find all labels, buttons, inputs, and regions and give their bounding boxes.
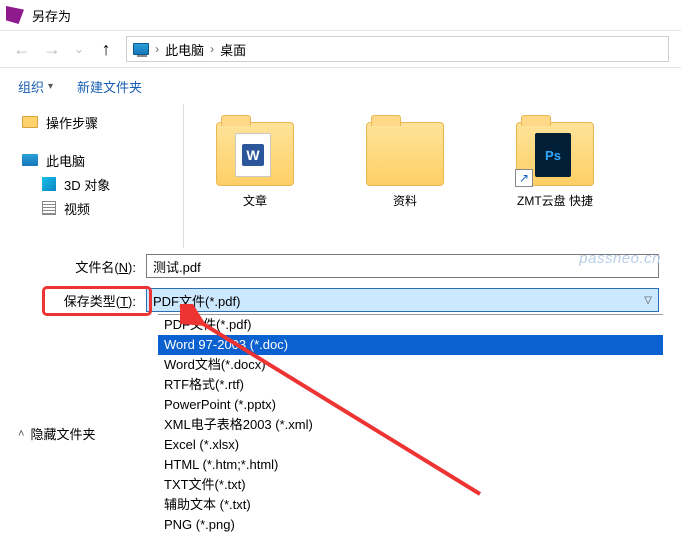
dropdown-option[interactable]: PNG (*.png) <box>158 515 663 535</box>
chevron-down-icon: ▽ <box>644 295 652 306</box>
tree-label: 视频 <box>64 199 90 218</box>
dropdown-option[interactable]: PowerPoint (*.pptx) <box>158 395 663 415</box>
tree-item-video[interactable]: 视频 <box>22 196 178 220</box>
dropdown-option[interactable]: RTF格式(*.rtf) <box>158 375 663 395</box>
file-name: ZMT云盘 快捷 <box>510 192 600 209</box>
window-title: 另存为 <box>32 6 71 25</box>
dropdown-option[interactable]: 辅助文本 (*.txt) <box>158 495 663 515</box>
tree-item-3d[interactable]: 3D 对象 <box>22 172 178 196</box>
file-grid[interactable]: W 文章 资料 Ps ↗ ZMT云盘 快捷 <box>190 104 681 248</box>
dropdown-option[interactable]: XML电子表格2003 (*.xml) <box>158 415 663 435</box>
nav-tree[interactable]: 操作步骤 此电脑 3D 对象 视频 <box>0 104 178 248</box>
savetype-current: PDF文件(*.pdf) <box>153 291 240 310</box>
dropdown-option[interactable]: Excel (*.xlsx) <box>158 435 663 455</box>
tree-label: 3D 对象 <box>64 175 110 194</box>
tree-item-steps[interactable]: 操作步骤 <box>22 110 178 134</box>
toolbar: 组织 ▾ 新建文件夹 <box>0 68 681 104</box>
address-bar[interactable]: › 此电脑 › 桌面 <box>126 36 669 62</box>
title-bar: 另存为 <box>0 0 681 30</box>
tree-label: 操作步骤 <box>46 113 98 132</box>
3d-objects-icon <box>42 177 56 191</box>
savetype-dropdown[interactable]: PDF文件(*.pdf)Word 97-2003 (*.doc)Word文档(*… <box>158 314 663 535</box>
word-doc-icon: W <box>235 133 271 177</box>
filename-field: 文件名(N): <box>22 254 677 278</box>
pc-icon <box>133 43 149 55</box>
shortcut-arrow-icon: ↗ <box>515 169 533 187</box>
pc-icon <box>22 154 38 166</box>
bottom-panel: passneo.cn 文件名(N): 保存类型(T): PDF文件(*.pdf)… <box>0 248 681 312</box>
filename-label: 文件名(N): <box>22 257 146 276</box>
history-chevron-icon[interactable]: ⌄ <box>74 42 84 56</box>
content-area: 操作步骤 此电脑 3D 对象 视频 W 文章 资料 Ps <box>0 104 681 248</box>
organize-menu[interactable]: 组织 ▾ <box>18 77 53 96</box>
chevron-right-icon: › <box>210 42 214 56</box>
savetype-field: 保存类型(T): PDF文件(*.pdf) ▽ <box>22 288 677 312</box>
file-item[interactable]: 资料 <box>360 122 450 248</box>
file-name: 资料 <box>360 192 450 209</box>
back-button[interactable]: ← <box>12 40 32 58</box>
new-folder-label: 新建文件夹 <box>77 77 142 96</box>
breadcrumb-desktop[interactable]: 桌面 <box>220 40 246 59</box>
tree-label: 此电脑 <box>46 151 85 170</box>
filename-input[interactable] <box>146 254 659 278</box>
file-item[interactable]: Ps ↗ ZMT云盘 快捷 <box>510 122 600 248</box>
chevron-down-icon: ▾ <box>48 81 53 92</box>
new-folder-button[interactable]: 新建文件夹 <box>77 77 142 96</box>
savetype-select[interactable]: PDF文件(*.pdf) ▽ <box>146 288 659 312</box>
dropdown-option[interactable]: TXT文件(*.txt) <box>158 475 663 495</box>
folder-icon <box>366 122 444 186</box>
hidden-folders-label: 隐藏文件夹 <box>30 424 95 443</box>
savetype-label: 保存类型(T): <box>22 291 146 310</box>
app-icon <box>6 6 24 24</box>
breadcrumb-pc[interactable]: 此电脑 <box>165 40 204 59</box>
forward-button[interactable]: → <box>42 40 62 58</box>
file-name: 文章 <box>210 192 300 209</box>
dropdown-option[interactable]: Word文档(*.docx) <box>158 355 663 375</box>
dropdown-option[interactable]: HTML (*.htm;*.html) <box>158 455 663 475</box>
chevron-up-icon: ˄ <box>18 428 24 440</box>
tree-item-pc[interactable]: 此电脑 <box>22 148 178 172</box>
nav-row: ← → ⌄ ↑ › 此电脑 › 桌面 <box>0 31 681 67</box>
folder-icon <box>22 116 38 128</box>
dropdown-option[interactable]: Word 97-2003 (*.doc) <box>158 335 663 355</box>
hidden-folders-toggle[interactable]: ˄ 隐藏文件夹 <box>18 424 95 443</box>
dropdown-option[interactable]: PDF文件(*.pdf) <box>158 315 663 335</box>
folder-icon: Ps ↗ <box>516 122 594 186</box>
organize-label: 组织 <box>18 77 44 96</box>
folder-icon: W <box>216 122 294 186</box>
splitter[interactable] <box>178 104 190 248</box>
video-icon <box>42 201 56 215</box>
file-item[interactable]: W 文章 <box>210 122 300 248</box>
photoshop-icon: Ps <box>535 133 571 177</box>
chevron-right-icon: › <box>155 42 159 56</box>
up-button[interactable]: ↑ <box>96 40 116 58</box>
